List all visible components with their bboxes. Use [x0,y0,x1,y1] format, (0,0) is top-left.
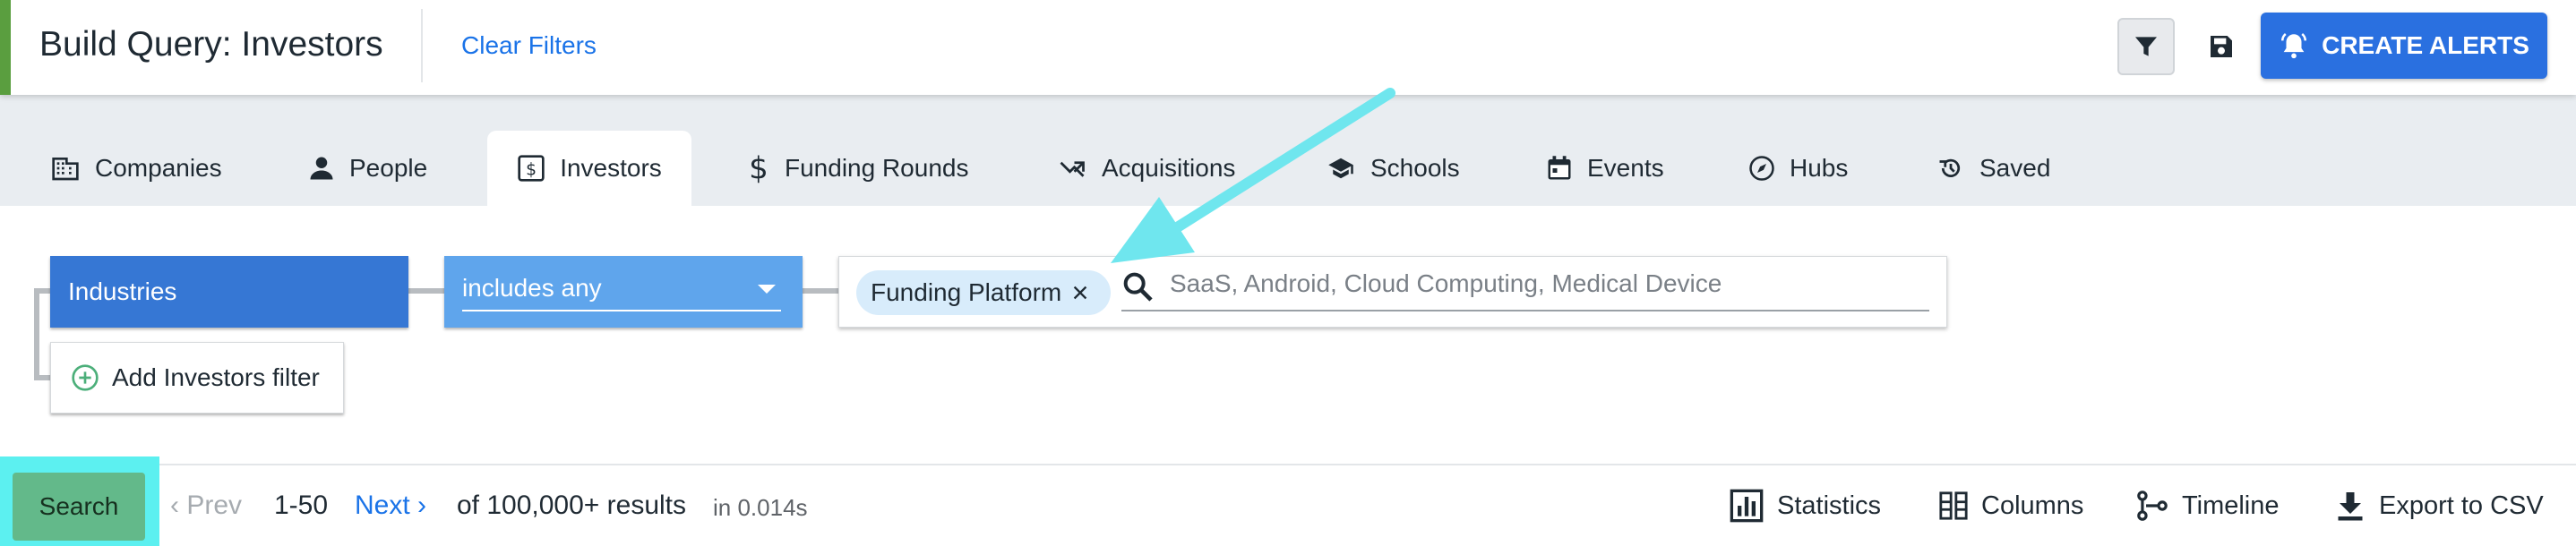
filter-chip-label: Funding Platform [871,278,1062,306]
create-alerts-button[interactable]: CREATE ALERTS [2261,13,2547,79]
tab-label: Companies [95,154,222,182]
tab-hubs[interactable]: Hubs [1748,131,1848,206]
filter-connector [408,288,444,294]
dollar-icon: $ [749,153,769,183]
compass-icon [1749,156,1774,181]
results-divider [0,464,2576,465]
clear-filters-link[interactable]: Clear Filters [461,31,597,60]
caret-down-icon [758,285,776,294]
results-timing: in 0.014s [713,494,808,521]
calendar-icon [1548,156,1571,180]
filter-toggle-button[interactable] [2117,18,2175,75]
statistics-label: Statistics [1777,491,1882,520]
header-accent-bar [0,0,11,95]
floppy-disk-icon [2211,36,2232,57]
tab-saved[interactable]: Saved [1936,131,2050,206]
tab-label: Events [1587,154,1664,182]
svg-text:$: $ [749,153,769,183]
next-page-button[interactable]: Next › [355,491,426,521]
tab-schools[interactable]: Schools [1326,131,1460,206]
export-csv-button[interactable]: Export to CSV [2334,483,2544,528]
page-header: Build Query: Investors Clear Filters CRE… [0,0,2576,95]
columns-icon [1939,491,1968,520]
history-icon [1939,158,1961,177]
tab-events[interactable]: Events [1546,131,1664,206]
tab-acquisitions[interactable]: Acquisitions [1057,131,1235,206]
export-csv-label: Export to CSV [2379,491,2544,520]
timeline-button[interactable]: Timeline [2135,483,2280,528]
next-label: Next [355,491,410,520]
header-divider [421,9,423,82]
tab-label: People [349,154,428,182]
page-title: Build Query: Investors [39,25,383,64]
save-query-button[interactable] [2193,18,2250,75]
filter-connector [803,288,840,294]
search-icon [1123,272,1153,302]
download-icon [2338,492,2363,521]
tab-label: Schools [1370,154,1460,182]
prev-page-button[interactable]: ‹ Prev [170,491,242,521]
statistics-button[interactable]: Statistics [1729,483,1881,528]
chevron-right-icon: › [409,491,427,520]
filter-value-input[interactable]: SaaS, Android, Cloud Computing, Medical … [1170,269,1722,298]
filter-connector [34,288,52,294]
tab-companies[interactable]: Companies [50,131,222,206]
tab-people[interactable]: People [308,131,427,206]
bar-chart-icon [1730,489,1764,523]
person-icon [310,157,333,180]
svg-text:$: $ [526,160,537,179]
filter-chip: Funding Platform [856,270,1111,315]
add-circle-icon [72,364,99,391]
search-button[interactable]: Search [13,473,145,541]
filter-connector [34,291,39,380]
tab-label: Hubs [1790,154,1849,182]
columns-label: Columns [1981,491,2084,520]
graduation-cap-icon [1328,158,1353,179]
tab-funding-rounds[interactable]: $ Funding Rounds [747,131,968,206]
building-icon [52,158,79,181]
filter-operator-select[interactable]: includes any [444,256,803,328]
columns-button[interactable]: Columns [1938,483,2083,528]
results-total: of 100,000+ results [457,491,687,520]
results-range: 1-50 [274,491,329,520]
select-underline [462,310,781,311]
add-filter-label: Add Investors filter [112,363,320,391]
chevron-left-icon: ‹ [170,491,187,520]
filter-operator-label: includes any [462,274,602,302]
prev-label: Prev [186,491,243,520]
tab-label: Acquisitions [1102,154,1236,182]
close-icon[interactable] [1070,283,1090,303]
timeline-label: Timeline [2182,491,2280,520]
tab-label: Funding Rounds [785,154,969,182]
filter-connector [34,375,52,380]
merge-arrow-icon [1060,161,1085,177]
timeline-icon [2137,491,2168,521]
add-investors-filter-button[interactable]: Add Investors filter [50,342,344,414]
dollar-box-icon: $ [518,155,545,182]
tab-investors[interactable]: $ Investors [487,131,691,206]
create-alerts-label: CREATE ALERTS [2322,31,2529,59]
tab-label: Investors [560,154,662,182]
input-underline [1121,310,1929,311]
bell-alert-icon [2281,32,2307,59]
filter-icon [2135,37,2157,56]
filter-field-select[interactable]: Industries [50,256,408,328]
tab-label: Saved [1979,154,2051,182]
